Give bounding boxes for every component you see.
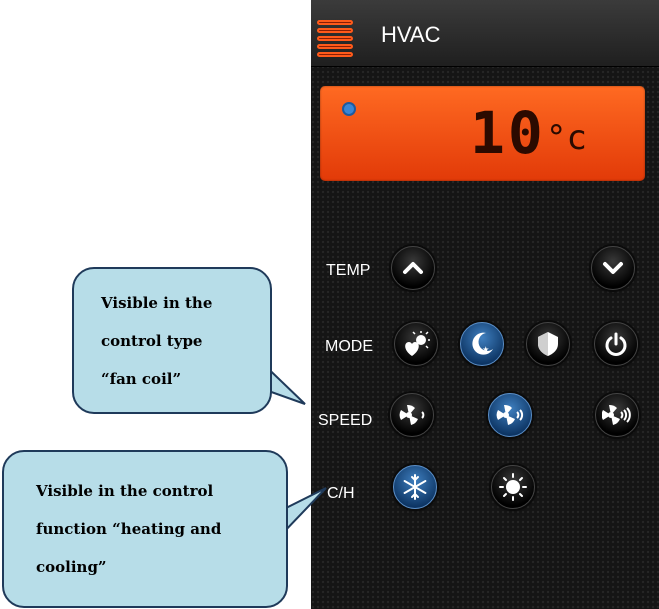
power-icon bbox=[605, 332, 627, 356]
temp-label: TEMP bbox=[326, 262, 371, 279]
moon-stars-icon: ★★ bbox=[472, 332, 493, 355]
heating-button[interactable] bbox=[491, 465, 535, 509]
chevron-down-icon bbox=[603, 262, 623, 274]
fan-high-icon bbox=[602, 404, 631, 425]
callout-heating-cooling-line-2: function “heating and bbox=[36, 520, 222, 538]
mode-comfort-button[interactable] bbox=[394, 322, 438, 366]
speed-label: SPEED bbox=[318, 412, 373, 429]
chevron-up-icon bbox=[403, 262, 423, 274]
callout-fan-coil-line-1: Visible in the bbox=[101, 294, 213, 312]
fan-dot-icon bbox=[342, 102, 356, 116]
sun-icon bbox=[499, 473, 527, 501]
callout-fan-coil: Visible in the control type “fan coil” bbox=[72, 267, 272, 414]
callout-pointer-joint-top bbox=[240, 360, 264, 390]
temperature-display: 10 °c bbox=[320, 86, 645, 181]
speed-high-button[interactable] bbox=[595, 393, 639, 437]
page-title: HVAC bbox=[381, 22, 441, 47]
mode-label: MODE bbox=[325, 338, 373, 355]
fan-low-icon bbox=[399, 404, 425, 425]
temp-down-button[interactable] bbox=[591, 246, 635, 290]
callout-fan-coil-line-2: control type bbox=[101, 332, 203, 350]
callout-heating-cooling-line-1: Visible in the control bbox=[36, 482, 214, 500]
fan-medium-icon bbox=[496, 404, 524, 425]
speed-low-button[interactable] bbox=[390, 393, 434, 437]
ch-label: C/H bbox=[327, 485, 355, 502]
shield-icon bbox=[538, 332, 558, 356]
cooling-button[interactable] bbox=[393, 465, 437, 509]
snowflake-icon bbox=[403, 474, 427, 500]
title-bar: HVAC bbox=[311, 0, 659, 67]
temperature-unit: °c bbox=[546, 118, 587, 158]
callout-fan-coil-line-3: “fan coil” bbox=[101, 370, 182, 388]
mode-night-button[interactable]: ★★ bbox=[460, 322, 504, 366]
speed-medium-button[interactable] bbox=[488, 393, 532, 437]
heart-sun-icon bbox=[405, 331, 430, 356]
mode-protect-button[interactable] bbox=[526, 322, 570, 366]
temperature-value: 10 bbox=[470, 99, 546, 167]
hvac-panel: HVAC 10 °c TEMP MODE ★★ SPEED C/H bbox=[311, 0, 659, 609]
menu-icon[interactable] bbox=[317, 20, 353, 62]
power-button[interactable] bbox=[594, 322, 638, 366]
svg-text:★★: ★★ bbox=[475, 345, 489, 354]
callout-pointer-joint-bottom bbox=[270, 512, 284, 532]
callout-heating-cooling: Visible in the control function “heating… bbox=[2, 450, 288, 608]
callout-heating-cooling-line-3: cooling” bbox=[36, 558, 107, 576]
temp-up-button[interactable] bbox=[391, 246, 435, 290]
